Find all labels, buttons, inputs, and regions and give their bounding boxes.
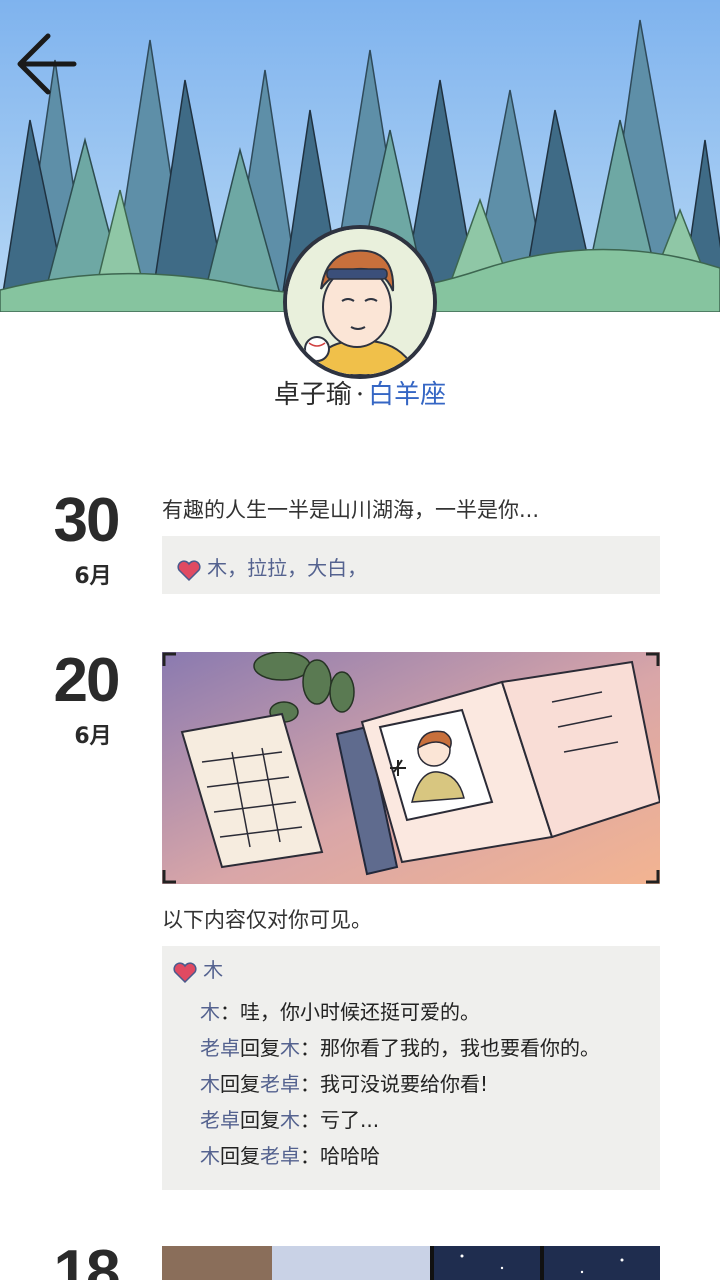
post-image[interactable] <box>162 1246 660 1280</box>
like-row: 木 <box>172 952 650 988</box>
comment-text: ：哈哈哈 <box>300 1144 380 1168</box>
like-names[interactable]: 木 <box>203 958 223 982</box>
post-date-month: 6月 <box>74 564 112 589</box>
heart-icon <box>173 961 197 983</box>
reply-word: 回复 <box>220 1072 260 1096</box>
comment-author[interactable]: 木 <box>200 1144 220 1168</box>
reply-target[interactable]: 木 <box>280 1036 300 1060</box>
heart-icon <box>177 559 201 581</box>
comment-author[interactable]: 老卓 <box>200 1036 240 1060</box>
post-date-day: 20 <box>53 646 121 715</box>
profile-name: 卓子瑜 · 白羊座 <box>0 374 720 411</box>
post-item: 18 <box>0 1238 720 1280</box>
comment-author[interactable]: 老卓 <box>200 1108 240 1132</box>
comment-text: ：我可没说要给你看! <box>300 1072 489 1096</box>
post-item: 20 6月 以下内容仅对你可见。 木 木：哇，你小时候还挺可爱的。 老卓回复木：… <box>0 640 720 1200</box>
post-item: 30 6月 有趣的人生一半是山川湖海，一半是你... 木，拉拉，大白， <box>0 480 720 610</box>
comment-box: 木 木：哇，你小时候还挺可爱的。 老卓回复木：那你看了我的，我也要看你的。 木回… <box>162 946 660 1190</box>
comment-item[interactable]: 木回复老卓：我可没说要给你看! <box>200 1066 600 1102</box>
reply-word: 回复 <box>240 1108 280 1132</box>
comment-text: ：那你看了我的，我也要看你的。 <box>300 1036 600 1060</box>
post-date-day: 30 <box>53 486 121 555</box>
name-separator: · <box>355 380 365 410</box>
photo-album-illustration <box>162 652 660 884</box>
post-date-month: 6月 <box>74 724 112 749</box>
comment-list: 木：哇，你小时候还挺可爱的。 老卓回复木：那你看了我的，我也要看你的。 木回复老… <box>200 994 600 1174</box>
avatar-illustration <box>287 229 433 375</box>
reply-target[interactable]: 老卓 <box>260 1144 300 1168</box>
avatar[interactable] <box>283 225 437 379</box>
night-scene-illustration <box>162 1246 660 1280</box>
post-caption: 以下内容仅对你可见。 <box>162 908 372 932</box>
back-button[interactable] <box>12 28 82 98</box>
like-box: 木，拉拉，大白， <box>162 536 660 594</box>
post-image[interactable] <box>162 652 660 884</box>
reply-word: 回复 <box>220 1144 260 1168</box>
like-names[interactable]: 木，拉拉，大白， <box>207 556 367 580</box>
arrow-left-icon <box>17 33 77 95</box>
comment-text: ：亏了... <box>300 1108 380 1132</box>
comment-item[interactable]: 老卓回复木：亏了... <box>200 1102 600 1138</box>
username: 卓子瑜 <box>273 380 352 410</box>
comment-author[interactable]: 木 <box>200 1000 220 1024</box>
zodiac-sign: 白羊座 <box>368 380 447 410</box>
comment-item[interactable]: 老卓回复木：那你看了我的，我也要看你的。 <box>200 1030 600 1066</box>
reply-target[interactable]: 老卓 <box>260 1072 300 1096</box>
comment-author[interactable]: 木 <box>200 1072 220 1096</box>
post-text[interactable]: 有趣的人生一半是山川湖海，一半是你... <box>162 494 672 524</box>
reply-target[interactable]: 木 <box>280 1108 300 1132</box>
comment-item[interactable]: 木：哇，你小时候还挺可爱的。 <box>200 994 600 1030</box>
post-date-day: 18 <box>53 1238 121 1280</box>
comment-text: ：哇，你小时候还挺可爱的。 <box>220 1000 480 1024</box>
comment-item[interactable]: 木回复老卓：哈哈哈 <box>200 1138 600 1174</box>
reply-word: 回复 <box>240 1036 280 1060</box>
